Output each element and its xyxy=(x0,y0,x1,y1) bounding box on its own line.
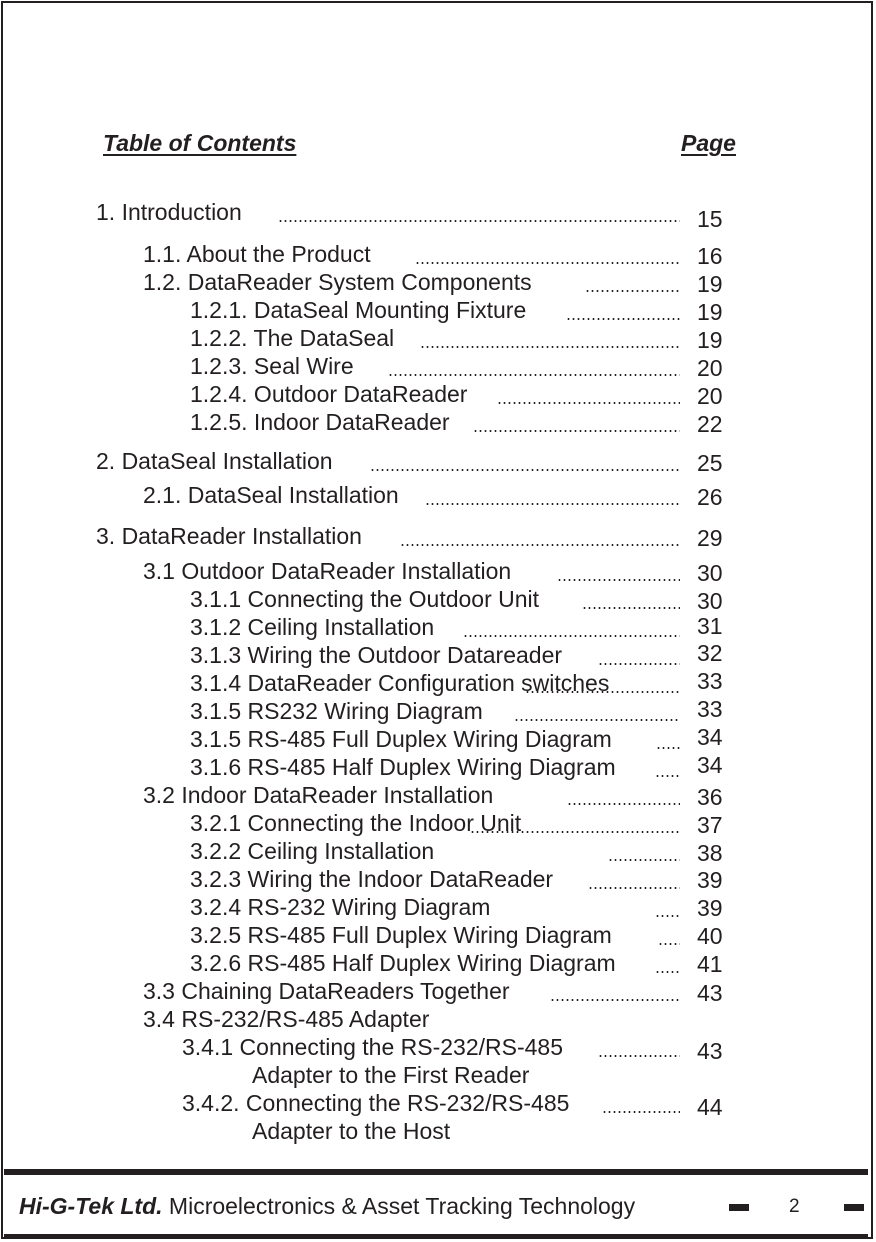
toc-entry[interactable]: 3. DataReader Installation xyxy=(96,522,362,550)
toc-entry[interactable]: 1.1. About the Product xyxy=(143,240,371,268)
toc-entry[interactable]: 3.1.1 Connecting the Outdoor Unit xyxy=(190,585,539,613)
dot-leader xyxy=(588,887,680,889)
dot-leader xyxy=(582,607,680,609)
dot-leader xyxy=(658,943,680,945)
toc-page-number[interactable]: 25 xyxy=(697,449,723,477)
toc-page-number[interactable]: 26 xyxy=(697,483,723,511)
toc-entry[interactable]: 2.1. DataSeal Installation xyxy=(143,481,399,509)
dot-leader xyxy=(655,971,680,973)
toc-entry[interactable]: Adapter to the Host xyxy=(252,1117,450,1145)
toc-page-number[interactable]: 33 xyxy=(697,667,723,695)
toc-entry[interactable]: 3.1.3 Wiring the Outdoor Datareader xyxy=(190,641,562,669)
company-tagline: Microelectronics & Asset Tracking Techno… xyxy=(168,1193,636,1219)
toc-page-number[interactable]: 30 xyxy=(697,559,723,587)
dot-leader xyxy=(602,1111,680,1113)
toc-entry[interactable]: 3.1.5 RS232 Wiring Diagram xyxy=(190,697,483,725)
toc-entry[interactable]: 3.2 Indoor DataReader Installation xyxy=(143,781,493,809)
dot-leader xyxy=(598,663,680,665)
dot-leader xyxy=(370,469,680,471)
dot-leader xyxy=(497,402,680,404)
toc-page-number[interactable]: 31 xyxy=(697,612,723,640)
dot-leader xyxy=(470,831,680,833)
dot-leader xyxy=(557,579,680,581)
toc-entry[interactable]: 3.2.2 Ceiling Installation xyxy=(190,837,434,865)
toc-page-number[interactable]: 15 xyxy=(697,205,723,233)
footer-marker-right xyxy=(844,1204,864,1211)
toc-entry[interactable]: 3.1 Outdoor DataReader Installation xyxy=(143,557,511,585)
dot-leader xyxy=(550,999,680,1001)
toc-page-number[interactable]: 20 xyxy=(697,382,723,410)
toc-entry[interactable]: 3.2.6 RS-485 Half Duplex Wiring Diagram xyxy=(190,949,616,977)
toc-page-number[interactable]: 20 xyxy=(697,354,723,382)
toc-page-number[interactable]: 38 xyxy=(697,839,723,867)
toc-page-number[interactable]: 43 xyxy=(697,1037,723,1065)
toc-page-number[interactable]: 40 xyxy=(697,922,723,950)
toc-entry[interactable]: 1.2. DataReader System Components xyxy=(143,268,532,296)
toc-page-number[interactable]: 16 xyxy=(697,242,723,270)
dot-leader xyxy=(566,318,680,320)
toc-page-number[interactable]: 19 xyxy=(697,270,723,298)
page-number: 2 xyxy=(789,1196,800,1217)
company-name: Hi-G-Tek Ltd. xyxy=(19,1193,163,1219)
toc-entry[interactable]: 3.4 RS-232/RS-485 Adapter xyxy=(143,1005,429,1033)
dot-leader xyxy=(567,803,680,805)
dot-leader xyxy=(585,290,680,292)
toc-entry[interactable]: 1.2.1. DataSeal Mounting Fixture xyxy=(190,296,526,324)
toc-entry[interactable]: 3.1.2 Ceiling Installation xyxy=(190,613,434,641)
toc-page-number[interactable]: 37 xyxy=(697,811,723,839)
page-column-heading: Page xyxy=(681,130,736,156)
toc-entry[interactable]: 3.2.5 RS-485 Full Duplex Wiring Diagram xyxy=(190,921,612,949)
toc-entry[interactable]: 3.3 Chaining DataReaders Together xyxy=(143,977,510,1005)
footer-bottom-rule xyxy=(4,1234,868,1239)
toc-page-number[interactable]: 34 xyxy=(697,751,723,779)
toc-entry[interactable]: 3.1.6 RS-485 Half Duplex Wiring Diagram xyxy=(190,753,616,781)
toc-entry[interactable]: 3.2.4 RS-232 Wiring Diagram xyxy=(190,893,490,921)
toc-entry[interactable]: 3.4.1 Connecting the RS-232/RS-485 xyxy=(182,1033,563,1061)
toc-page-number[interactable]: 32 xyxy=(697,639,723,667)
dot-leader xyxy=(598,1055,680,1057)
toc-page-number[interactable]: 36 xyxy=(697,783,723,811)
dot-leader xyxy=(656,747,680,749)
toc-page-number[interactable]: 39 xyxy=(697,894,723,922)
toc-page-number[interactable]: 39 xyxy=(697,866,723,894)
toc-entry[interactable]: 3.2.3 Wiring the Indoor DataReader xyxy=(190,865,553,893)
dot-leader xyxy=(608,859,680,861)
toc-page-number[interactable]: 33 xyxy=(697,695,723,723)
dot-leader xyxy=(420,346,680,348)
toc-entry[interactable]: Adapter to the First Reader xyxy=(252,1061,529,1089)
footer-top-rule xyxy=(4,1169,868,1175)
dot-leader xyxy=(463,635,680,637)
dot-leader xyxy=(278,220,680,222)
toc-page-number[interactable]: 43 xyxy=(697,979,723,1007)
dot-leader xyxy=(425,503,680,505)
dot-leader xyxy=(388,374,680,376)
toc-entry[interactable]: 1. Introduction xyxy=(96,198,242,226)
toc-page-number[interactable]: 19 xyxy=(697,298,723,326)
toc-page-number[interactable]: 41 xyxy=(697,950,723,978)
toc-page-number[interactable]: 22 xyxy=(697,410,723,438)
toc-heading: Table of Contents xyxy=(103,130,297,156)
footer-marker-left xyxy=(729,1204,749,1211)
dot-leader xyxy=(514,719,680,721)
toc-page-number[interactable]: 34 xyxy=(697,723,723,751)
toc-page-number[interactable]: 44 xyxy=(697,1093,723,1121)
toc-entry[interactable]: 3.4.2. Connecting the RS-232/RS-485 xyxy=(182,1089,569,1117)
toc-page-number[interactable]: 29 xyxy=(697,524,723,552)
toc-entry[interactable]: 2. DataSeal Installation xyxy=(96,447,333,475)
toc-entry[interactable]: 1.2.3. Seal Wire xyxy=(190,352,354,380)
toc-entry[interactable]: 1.2.5. Indoor DataReader xyxy=(190,408,450,436)
dot-leader xyxy=(655,775,680,777)
footer: Hi-G-Tek Ltd. Microelectronics & Asset T… xyxy=(19,1192,635,1220)
toc-entry[interactable]: 3.1.5 RS-485 Full Duplex Wiring Diagram xyxy=(190,725,612,753)
toc-page-number[interactable]: 30 xyxy=(697,587,723,615)
toc-entry[interactable]: 1.2.4. Outdoor DataReader xyxy=(190,380,467,408)
dot-leader xyxy=(400,544,680,546)
dot-leader xyxy=(525,691,680,693)
toc-entry[interactable]: 1.2.2. The DataSeal xyxy=(190,324,394,352)
dot-leader xyxy=(415,262,680,264)
dot-leader xyxy=(473,430,680,432)
dot-leader xyxy=(655,915,680,917)
toc-page-number[interactable]: 19 xyxy=(697,326,723,354)
